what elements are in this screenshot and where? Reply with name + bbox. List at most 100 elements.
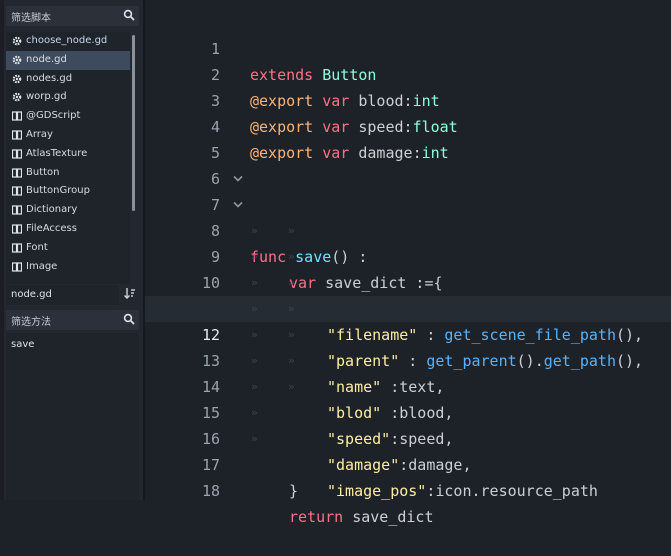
script-item-label: Dictionary [26, 204, 78, 216]
script-item-dictionary[interactable]: Dictionary [6, 201, 130, 220]
tab-indicator: » [251, 328, 258, 341]
tab-indicator: » [251, 250, 258, 263]
class-reference-icon [12, 243, 22, 253]
script-item-atlastexture[interactable]: AtlasTexture [6, 145, 130, 164]
script-item-label: @GDScript [26, 110, 81, 122]
class-reference-icon [12, 186, 22, 196]
code-line: 10 » » "parent" : get_parent().get_path(… [145, 244, 671, 370]
code-line: 7 func save() : [145, 166, 671, 266]
script-item-label: node.gd [26, 53, 67, 65]
script-item-label: nodes.gd [26, 72, 73, 84]
class-reference-icon [12, 167, 22, 178]
fold-arrow-icon[interactable] [233, 201, 243, 209]
code-line: 8 var save_dict :={ [145, 192, 671, 292]
tab-indicator: » [251, 380, 258, 393]
tab-indicator: » [288, 328, 295, 341]
script-item-label: Button [26, 166, 60, 178]
code-line: 13 » » "speed":speed, [145, 322, 671, 448]
current-file-field: node.gd [6, 285, 119, 305]
code-line: 17 » return save_dict [145, 426, 671, 526]
tab-indicator: » [288, 276, 295, 289]
code-line: 18 [145, 452, 671, 500]
script-item-buttongroup[interactable]: ButtonGroup [6, 182, 130, 201]
method-filter-placeholder: 筛选方法 [11, 317, 51, 328]
script-item-array[interactable]: Array [6, 126, 130, 145]
identifier: resource_path [480, 482, 598, 500]
tab-indicator: » [288, 354, 295, 367]
gear-icon [12, 55, 22, 65]
string: "image_pos" [327, 482, 427, 500]
script-item-button[interactable]: Button [6, 164, 130, 183]
tab-indicator: » [251, 224, 258, 237]
code-line: 1 extends Button [145, 10, 671, 84]
code-line: 5 [145, 114, 671, 162]
script-list-scrollbar[interactable] [132, 35, 135, 211]
tab-indicator: » [288, 302, 295, 315]
script-item-worp[interactable]: worp.gd [6, 88, 130, 107]
script-list: choose_node.gd node.gd nodes.gd worp.gd … [6, 32, 130, 284]
script-item-choose-node[interactable]: choose_node.gd [6, 32, 130, 51]
code-line: 14 » » "damage":damage, [145, 348, 671, 474]
code-text: "image_pos":icon.resource_path [327, 478, 598, 504]
tab-indicator: » [251, 302, 258, 315]
script-item-font[interactable]: Font [6, 239, 130, 258]
class-reference-icon [12, 111, 22, 121]
identifier: icon [435, 482, 472, 500]
script-item-label: worp.gd [26, 91, 67, 103]
script-item-label: choose_node.gd [26, 35, 108, 46]
script-item-fileaccess[interactable]: FileAccess [6, 220, 130, 239]
tab-indicator: » [288, 224, 295, 237]
code-line: 15 » » "image_pos":icon.resource_path [145, 374, 671, 500]
script-item-node[interactable]: node.gd [6, 50, 130, 70]
tab-indicator: » [288, 250, 295, 263]
sort-button[interactable] [123, 287, 137, 303]
tab-indicator: » [251, 406, 258, 419]
symbol: . [471, 482, 481, 500]
search-icon [123, 313, 135, 325]
script-item-label: Array [26, 128, 53, 140]
gear-icon [12, 36, 22, 46]
tab-indicator: » [288, 380, 295, 393]
code-line: 16 » } [145, 400, 671, 500]
method-list: save [6, 333, 139, 500]
script-item-nodes[interactable]: nodes.gd [6, 70, 130, 89]
keyword: return [289, 508, 344, 526]
class-reference-icon [12, 224, 22, 234]
method-filter-input[interactable]: 筛选方法 [6, 310, 139, 330]
script-item-label: Image [26, 260, 58, 272]
code-editor[interactable]: 1 extends Button 2 @export var blood:int… [143, 0, 671, 526]
tab-indicator: » [251, 354, 258, 367]
code-line: 9 » » "filename" : get_scene_file_path()… [145, 218, 671, 344]
tab-indicator: » [251, 432, 258, 445]
script-item-image[interactable]: Image [6, 258, 130, 277]
line-number: 18 [201, 482, 220, 500]
code-text: } [289, 478, 298, 504]
search-icon [123, 9, 135, 21]
tab-indicator: » [251, 276, 258, 289]
symbol: } [289, 482, 299, 500]
code-line: 11 » » "name" :text, [145, 270, 671, 396]
code-line: 4 @export var damage:int [145, 88, 671, 162]
script-item-gdscript[interactable]: @GDScript [6, 107, 130, 126]
script-sidebar: 筛选脚本 choose_node.gd node.gd nodes.gd wor… [0, 0, 143, 500]
gear-icon [12, 74, 22, 83]
sidebar-edge [0, 0, 4, 500]
script-item-label: AtlasTexture [26, 147, 88, 159]
script-item-label: ButtonGroup [26, 185, 90, 197]
fold-arrow-icon[interactable] [233, 175, 243, 183]
script-filter-input[interactable]: 筛选脚本 [6, 6, 139, 26]
script-filter-placeholder: 筛选脚本 [11, 13, 51, 24]
class-reference-icon [12, 261, 22, 272]
method-item-save[interactable]: save [11, 339, 34, 350]
current-file-label: node.gd [11, 289, 52, 300]
script-item-label: Font [26, 241, 48, 253]
class-reference-icon [12, 130, 22, 140]
code-line: 2 @export var blood:int [145, 36, 671, 110]
code-line: 3 @export var speed:float [145, 62, 671, 136]
class-reference-icon [12, 205, 22, 215]
code-line: 6 [145, 140, 671, 188]
sort-icon [124, 288, 135, 299]
script-item-label: FileAccess [26, 222, 77, 234]
code-text: return save_dict [289, 504, 434, 530]
